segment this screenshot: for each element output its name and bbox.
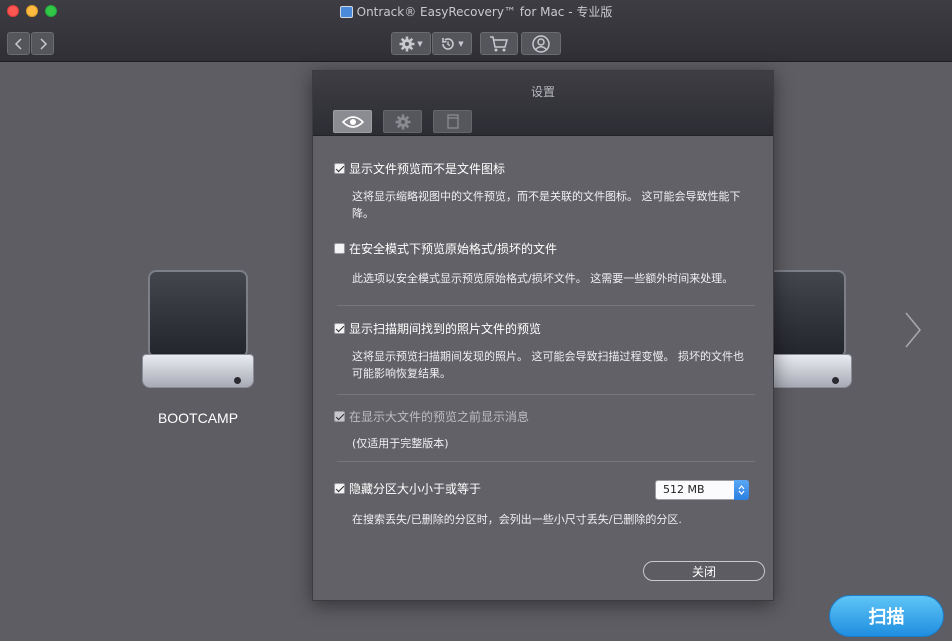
- tab-general[interactable]: [383, 110, 422, 133]
- history-icon: [442, 37, 455, 50]
- option-description: 此选项以安全模式显示预览原始格式/损坏文件。 这需要一些额外时间来处理。: [352, 272, 734, 285]
- drive-base: [142, 354, 254, 388]
- tab-preview[interactable]: [333, 110, 372, 133]
- checkbox[interactable]: [334, 243, 345, 254]
- user-icon: [532, 34, 550, 53]
- option-show-preview[interactable]: 显示文件预览而不是文件图标: [334, 160, 505, 177]
- drive-led: [832, 377, 839, 384]
- settings-menu-button[interactable]: ▼: [391, 32, 431, 55]
- next-page-arrow-icon[interactable]: [902, 310, 924, 350]
- drive-led: [234, 377, 241, 384]
- gear-icon: [395, 114, 410, 129]
- option-large-file-message: 在显示大文件的预览之前显示消息: [334, 408, 529, 425]
- drive-bootcamp[interactable]: [142, 270, 254, 390]
- dialog-header: 设置: [313, 71, 773, 136]
- option-description: (仅适用于完整版本): [352, 437, 449, 450]
- forward-button[interactable]: [31, 32, 54, 55]
- option-hide-partitions[interactable]: 隐藏分区大小小于或等于: [334, 480, 481, 497]
- checkbox[interactable]: [334, 163, 345, 174]
- option-label: 在显示大文件的预览之前显示消息: [349, 410, 530, 424]
- window-title-text: Ontrack® EasyRecovery™ for Mac - 专业版: [356, 5, 613, 19]
- cart-icon: [490, 35, 508, 51]
- checkbox[interactable]: [334, 483, 345, 494]
- title-bar: Ontrack® EasyRecovery™ for Mac - 专业版 ▼ ▼: [0, 0, 952, 62]
- scan-button[interactable]: 扫描: [829, 595, 944, 637]
- drive-label: BOOTCAMP: [157, 410, 239, 426]
- option-label: 显示文件预览而不是文件图标: [349, 162, 506, 176]
- option-description: 这将显示预览扫描期间发现的照片。 这可能会导致扫描过程变慢。 损坏的文件也可能影…: [352, 350, 744, 380]
- document-icon: [446, 114, 459, 129]
- cart-button[interactable]: [480, 32, 518, 55]
- option-row: 在安全模式下预览原始格式/损坏的文件: [334, 240, 557, 257]
- chevron-right-icon: [39, 37, 47, 50]
- option-row: 显示文件预览而不是文件图标: [334, 160, 505, 177]
- option-safe-mode-preview[interactable]: 在安全模式下预览原始格式/损坏的文件: [334, 240, 557, 257]
- chevron-down-icon: ▼: [417, 39, 423, 48]
- option-row: 显示扫描期间找到的照片文件的预览: [334, 320, 541, 337]
- option-description: 在搜索丢失/已删除的分区时，会列出一些小尺寸丢失/已删除的分区.: [352, 513, 682, 526]
- window-title: Ontrack® EasyRecovery™ for Mac - 专业版: [0, 3, 952, 20]
- option-label: 隐藏分区大小小于或等于: [349, 482, 482, 496]
- option-label: 在安全模式下预览原始格式/损坏的文件: [349, 242, 558, 256]
- gear-icon: [399, 36, 415, 51]
- select-value: 512 MB: [663, 483, 705, 496]
- option-label: 显示扫描期间找到的照片文件的预览: [349, 322, 542, 336]
- option-description: 这将显示缩略视图中的文件预览，而不是关联的文件图标。 这可能会导致性能下降。: [352, 190, 741, 220]
- option-row: 在显示大文件的预览之前显示消息: [334, 408, 529, 425]
- history-menu-button[interactable]: ▼: [432, 32, 472, 55]
- chevron-down-icon: ▼: [458, 39, 464, 48]
- option-row: 隐藏分区大小小于或等于: [334, 480, 481, 497]
- divider: [337, 394, 755, 395]
- close-button[interactable]: 关闭: [643, 561, 765, 581]
- select-stepper-icon[interactable]: [734, 480, 749, 500]
- settings-dialog: 设置 显示文件预览而不是文件图标 这将显示缩略视图中的文件预览，而不是关联的文件…: [312, 70, 774, 601]
- checkbox[interactable]: [334, 323, 345, 334]
- divider: [337, 461, 755, 462]
- eye-icon: [341, 115, 364, 128]
- back-button[interactable]: [7, 32, 30, 55]
- tab-advanced[interactable]: [433, 110, 472, 133]
- checkbox: [334, 411, 345, 422]
- partition-size-select[interactable]: 512 MB: [655, 480, 749, 500]
- chevron-left-icon: [14, 37, 22, 50]
- app-icon: [339, 6, 353, 18]
- option-photo-preview[interactable]: 显示扫描期间找到的照片文件的预览: [334, 320, 541, 337]
- account-button[interactable]: [521, 32, 561, 55]
- dialog-title: 设置: [530, 85, 555, 99]
- divider: [337, 305, 755, 306]
- drive-body: [148, 270, 248, 358]
